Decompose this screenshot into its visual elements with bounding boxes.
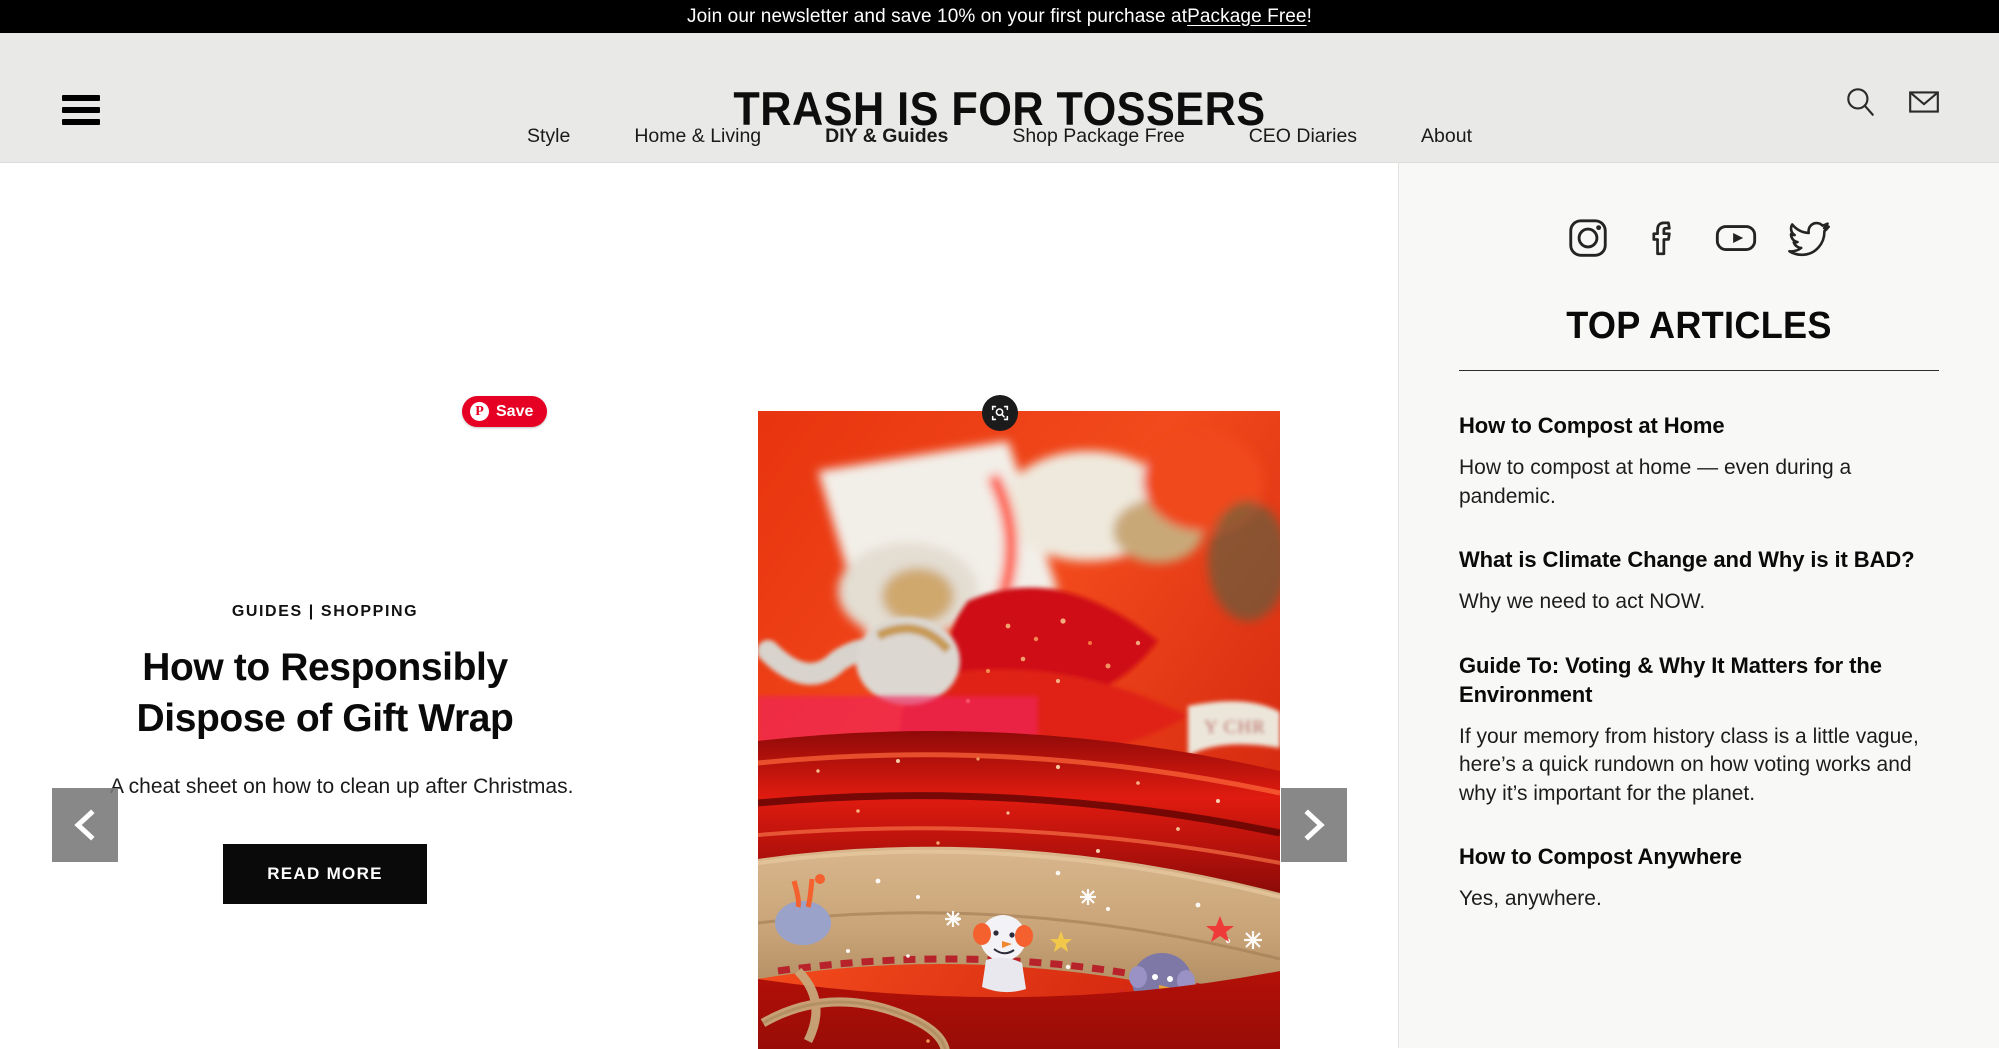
facebook-icon[interactable] (1639, 215, 1685, 261)
announcement-bar: Join our newsletter and save 10% on your… (0, 0, 1999, 33)
top-article-item: How to Compost Anywhere Yes, anywhere. (1459, 842, 1939, 914)
site-header: TRASH IS FOR TOSSERS Style Home & Living… (0, 33, 1999, 163)
top-article-title[interactable]: How to Compost Anywhere (1459, 842, 1939, 871)
pinterest-icon: P (470, 402, 489, 421)
main-content: P Save GUIDES | SHOPPING How to Responsi… (0, 163, 1999, 1049)
package-free-link[interactable]: Package Free (1187, 6, 1307, 28)
top-article-item: How to Compost at Home How to compost at… (1459, 411, 1939, 511)
chevron-right-icon (1304, 809, 1325, 841)
top-article-excerpt: How to compost at home — even during a p… (1459, 456, 1852, 508)
chevron-left-icon (74, 809, 95, 841)
zoom-in-icon[interactable] (982, 395, 1018, 431)
top-article-excerpt: Yes, anywhere. (1459, 887, 1602, 911)
envelope-icon[interactable] (1907, 85, 1941, 119)
nav-item-about[interactable]: About (1389, 125, 1504, 148)
nav-item-shop-package-free[interactable]: Shop Package Free (980, 125, 1216, 148)
top-article-title[interactable]: What is Climate Change and Why is it BAD… (1459, 545, 1939, 574)
svg-text:Y CHR: Y CHR (1204, 717, 1266, 738)
sidebar: TOP ARTICLES How to Compost at Home How … (1399, 163, 1999, 1048)
twitter-icon[interactable] (1787, 215, 1833, 261)
hero-category[interactable]: GUIDES | SHOPPING (110, 603, 540, 621)
primary-nav: Style Home & Living DIY & Guides Shop Pa… (0, 125, 1999, 148)
hero-subtitle: A cheat sheet on how to clean up after C… (110, 775, 574, 799)
carousel-next-button[interactable] (1281, 788, 1347, 862)
announcement-text-after: ! (1306, 5, 1312, 27)
nav-item-style[interactable]: Style (495, 125, 602, 148)
hero-image-graphic: Y CHR (758, 411, 1280, 1049)
nav-item-home-living[interactable]: Home & Living (602, 125, 793, 148)
social-links (1459, 215, 1939, 261)
nav-item-diy-guides[interactable]: DIY & Guides (793, 125, 980, 148)
zoom-in-glyph (991, 405, 1009, 421)
sidebar-divider (1459, 370, 1939, 371)
carousel-prev-button[interactable] (52, 788, 118, 862)
hero-carousel: P Save GUIDES | SHOPPING How to Responsi… (0, 163, 1399, 1049)
hero-title-line-2: Dispose of Gift Wrap (136, 696, 514, 740)
hero-text-block: GUIDES | SHOPPING How to Responsibly Dis… (110, 603, 574, 904)
hero-image[interactable]: Y CHR (758, 411, 1280, 1049)
read-more-button[interactable]: READ MORE (223, 843, 427, 904)
sidebar-heading: TOP ARTICLES (1566, 305, 1832, 347)
top-article-title[interactable]: Guide To: Voting & Why It Matters for th… (1459, 651, 1939, 709)
top-article-title[interactable]: How to Compost at Home (1459, 411, 1939, 440)
instagram-icon[interactable] (1565, 215, 1611, 261)
announcement-text-before: Join our newsletter and save 10% on your… (687, 5, 1188, 27)
top-article-item: Guide To: Voting & Why It Matters for th… (1459, 651, 1939, 809)
top-article-item: What is Climate Change and Why is it BAD… (1459, 545, 1939, 617)
top-article-excerpt: If your memory from history class is a l… (1459, 724, 1919, 805)
nav-item-ceo-diaries[interactable]: CEO Diaries (1217, 125, 1389, 148)
youtube-icon[interactable] (1713, 215, 1759, 261)
header-icon-group (1843, 85, 1941, 119)
pinterest-save-button[interactable]: P Save (462, 396, 548, 427)
top-article-excerpt: Why we need to act NOW. (1459, 590, 1706, 614)
search-icon[interactable] (1843, 85, 1877, 119)
pinterest-save-label: Save (496, 402, 534, 420)
hero-title-line-1: How to Responsibly (142, 646, 508, 689)
hero-title[interactable]: How to Responsibly Dispose of Gift Wrap (110, 643, 540, 744)
